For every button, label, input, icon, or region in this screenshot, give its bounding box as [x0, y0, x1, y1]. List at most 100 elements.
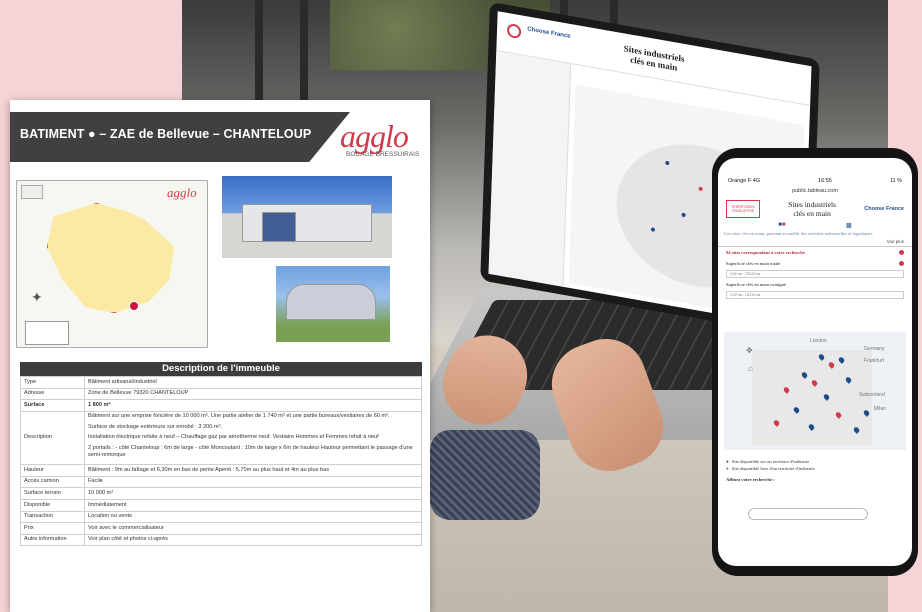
table-row: Hauteur Bâtiment : 9m au faîtage et 6,30m…: [20, 464, 422, 477]
row-value: Facile: [84, 475, 422, 489]
person-sleeve: [430, 430, 540, 520]
row-key: Surface: [20, 399, 85, 412]
phone-map-legend: Site disponible sur un territoire d'indu…: [726, 458, 815, 483]
locator-minimap: [21, 185, 43, 199]
row-value: Bâtiment artisanal/industriel: [84, 376, 422, 389]
row-value: Location ou vente: [84, 510, 422, 524]
property-sheet: BATIMENT ● – ZAE de Bellevue – CHANTELOU…: [10, 100, 430, 612]
refine-search-input[interactable]: [748, 508, 868, 520]
pan-icon[interactable]: ✥: [746, 346, 753, 355]
row-key: Adresse: [20, 387, 85, 401]
row-key: Accès camion: [20, 475, 85, 489]
row-key: Hauteur: [20, 464, 85, 477]
row-value: 10 000 m²: [84, 487, 422, 500]
territory-map: agglo ✦: [16, 180, 208, 348]
description-paragraph: Installation électrique refaite à neuf –…: [88, 434, 379, 441]
sheet-title: BATIMENT ● – ZAE de Bellevue – CHANTELOU…: [20, 127, 312, 141]
row-value: Immédiatement: [84, 499, 422, 512]
filter2-label: Superficie clés en main contiguë: [726, 281, 786, 287]
smartphone: Orange F 4G 16:55 11 % public.tableau.co…: [712, 148, 918, 576]
phone-screen: Orange F 4G 16:55 11 % public.tableau.co…: [718, 158, 912, 566]
refine-search-label: Affinez votre recherche :: [726, 476, 775, 482]
table-row: Adresse Zone de Bellevue 79320 CHANTELOUP: [20, 387, 422, 401]
legend-item-outside: Site disponible hors d'un territoire d'i…: [726, 465, 815, 472]
phone-france-map[interactable]: ✥ ⌂ London Germany Frankfurt Switzerland…: [724, 332, 906, 450]
phone-choose-france: Choose France: [864, 205, 904, 212]
info-dot-icon[interactable]: [899, 249, 904, 255]
filter2-range: 0,00 ha - 120,00 ha: [730, 292, 761, 297]
row-value: 1 800 m²: [84, 399, 422, 412]
map-pin-icon: [650, 227, 656, 233]
agglo-logo-subtitle: BOCAGE BRESSUIRAIS: [346, 151, 420, 158]
row-key: Autre information: [20, 533, 85, 547]
table-row: Description Bâtiment sur une emprise fon…: [20, 410, 422, 466]
phone-title-line2: clés en main: [793, 209, 831, 218]
voir-plus-link[interactable]: Voir plus: [718, 237, 912, 247]
description-paragraph: Surface de stockage extérieure sur enrob…: [88, 423, 223, 430]
language-flags: ■■ ▩: [718, 220, 912, 231]
compass-icon: ✦: [31, 289, 43, 305]
row-key: Surface terrain: [20, 487, 85, 500]
building-photo-side: [276, 266, 390, 342]
table-row: Surface terrain 10 000 m²: [20, 487, 422, 500]
table-row: Surface 1 800 m²: [20, 399, 422, 412]
description-paragraph: 2 portails : - côté Chanteloup : 6m de l…: [88, 444, 413, 459]
french-flag-icon[interactable]: ■■: [778, 222, 785, 229]
filter2-slider[interactable]: 0,00 ha - 120,00 ha: [726, 290, 904, 299]
description-paragraph: Bâtiment sur une emprise foncière de 10 …: [88, 413, 390, 420]
table-row: Prix Voir avec le commercialisateur: [20, 522, 422, 535]
row-key: Type: [20, 376, 85, 389]
info-dot-icon[interactable]: [899, 260, 904, 266]
description-heading: Description de l'immeuble: [20, 362, 422, 376]
row-value: Zone de Bellevue 79320 CHANTELOUP: [84, 387, 422, 401]
filter1-range: 0,00 ha - 725,00 ha: [730, 271, 761, 276]
legend-item-inside: Site disponible sur un territoire d'indu…: [726, 458, 815, 465]
filter2-row: Superficie clés en main contiguë: [718, 279, 912, 290]
map-agglo-logo: agglo: [167, 185, 197, 200]
home-icon[interactable]: ⌂: [748, 364, 753, 373]
row-key: Disponible: [20, 499, 85, 512]
phone-title-line1: Sites industriels: [788, 200, 836, 209]
table-row: Transaction Location ou vente: [20, 510, 422, 524]
map-legend-box: [25, 321, 69, 345]
map-pin-icon: [664, 160, 670, 165]
filter1-slider[interactable]: 0,00 ha - 725,00 ha: [726, 269, 904, 278]
territoires-logo: TERRITOIRES D'INDUSTRIE: [726, 200, 760, 218]
filter1-label: Superficie clés en main totale: [726, 260, 781, 266]
row-key: Description: [20, 410, 85, 466]
battery-label: 11 %: [889, 178, 902, 184]
row-value: Voir avec le commercialisateur: [84, 522, 422, 535]
table-row: Disponible Immédiatement: [20, 499, 422, 512]
description-table: Type Bâtiment artisanal/industriel Adress…: [20, 376, 422, 547]
phone-brand-row: TERRITOIRES D'INDUSTRIE Sites industriel…: [718, 194, 912, 220]
row-value: Bâtiment sur une emprise foncière de 10 …: [84, 410, 422, 466]
uk-flag-icon[interactable]: ▩: [846, 222, 852, 229]
agglo-logo: agglo: [340, 118, 409, 154]
table-row: Accès camion Facile: [20, 475, 422, 489]
territory-shape: [47, 203, 175, 313]
filter1-row: Superficie clés en main totale: [718, 258, 912, 269]
row-value: Bâtiment : 9m au faîtage et 6,30m en bas…: [84, 464, 422, 477]
row-value: Voir plan côté et photos ci-après: [84, 533, 422, 547]
result-count: 94 sites correspondant à votre recherche: [726, 249, 805, 255]
map-label-milan: Milan: [874, 406, 886, 412]
location-marker-icon: [129, 301, 139, 311]
map-label-switzerland: Switzerland: [859, 392, 885, 398]
map-pin-icon: [681, 213, 686, 218]
map-label-frankfurt: Frankfurt: [864, 358, 885, 364]
map-label-germany: Germany: [864, 346, 885, 352]
time-label: 16:55: [818, 178, 832, 184]
table-row: Type Bâtiment artisanal/industriel: [20, 376, 422, 389]
warehouse-door: [262, 212, 296, 242]
warehouse-building: [286, 284, 376, 320]
result-count-row: 94 sites correspondant à votre recherche: [718, 247, 912, 258]
map-pin-icon: [698, 186, 703, 191]
phone-status-bar: Orange F 4G 16:55 11 %: [718, 174, 912, 188]
row-key: Prix: [20, 522, 85, 535]
laptop-filter-sidebar: [488, 50, 572, 287]
carrier-label: Orange F 4G: [728, 178, 761, 184]
row-key: Transaction: [20, 510, 85, 524]
building-photo-front: [222, 176, 392, 258]
map-label-london: London: [810, 338, 827, 344]
table-row: Autre information Voir plan côté et photo…: [20, 533, 422, 547]
